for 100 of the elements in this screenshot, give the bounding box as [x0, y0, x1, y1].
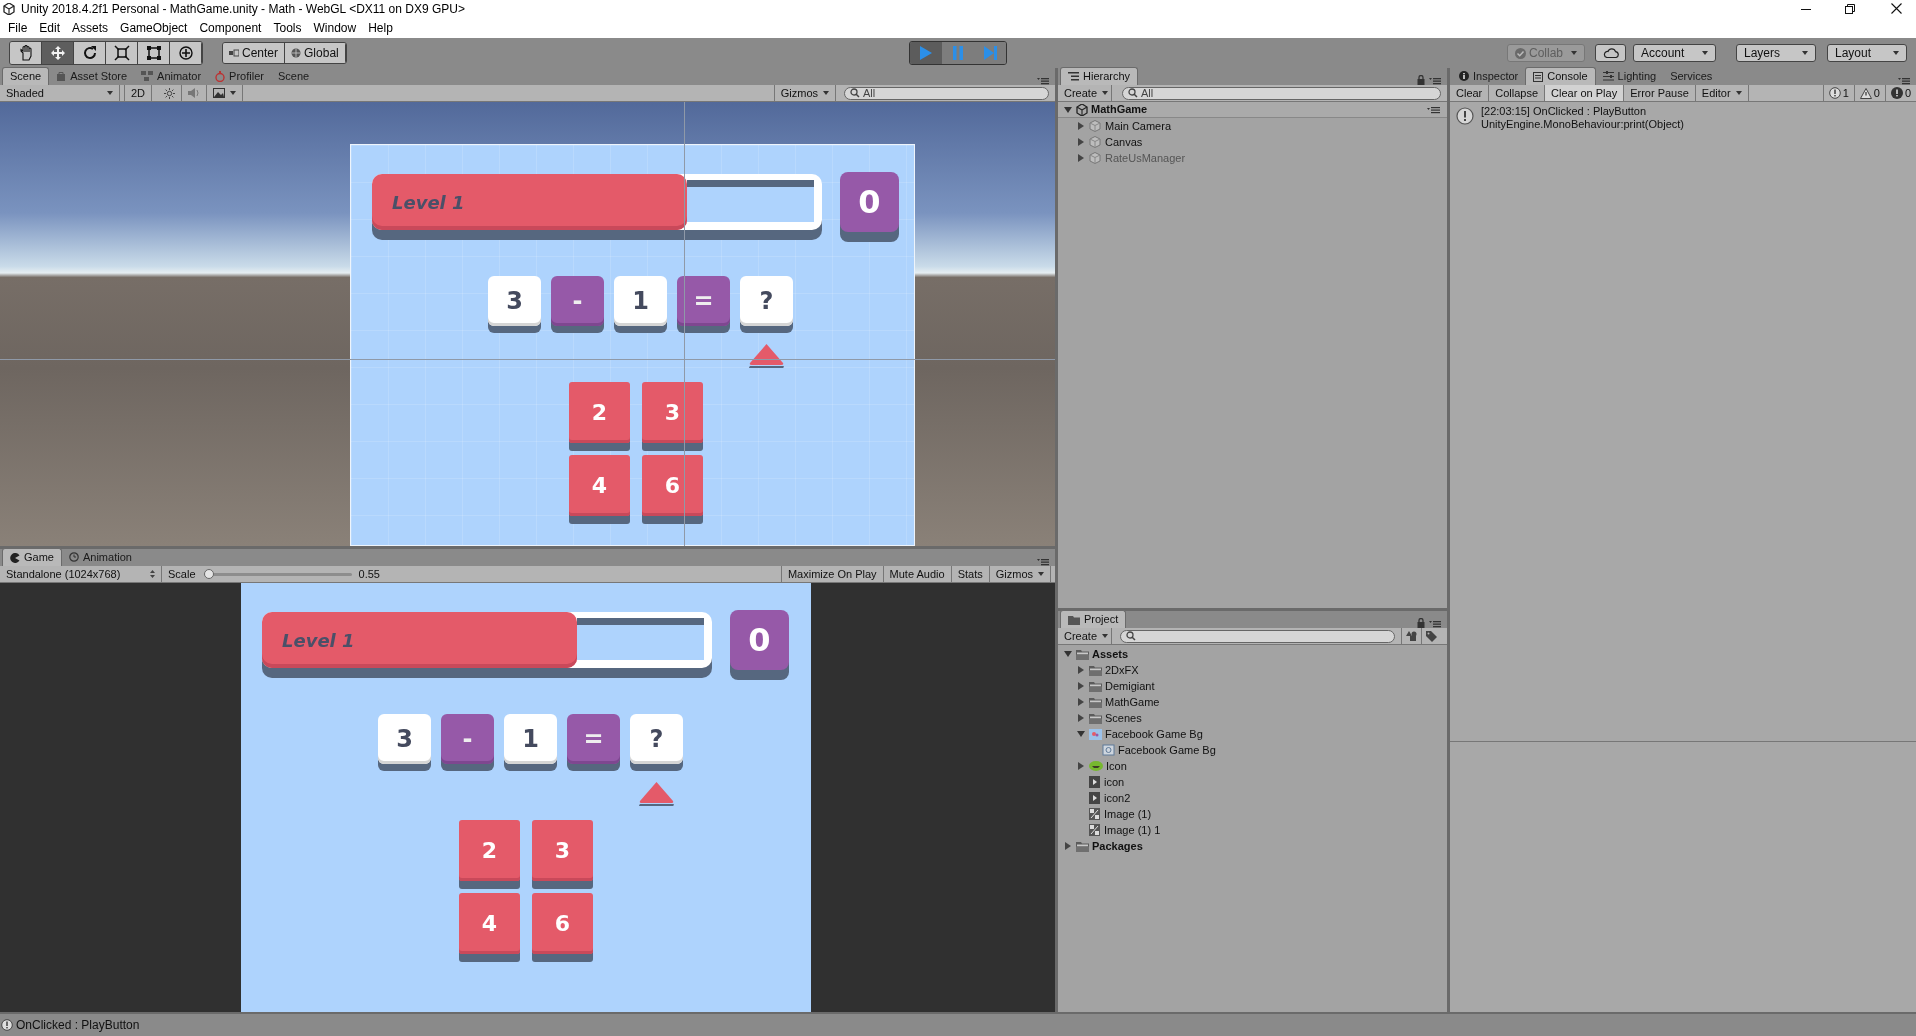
- editor-dropdown[interactable]: Editor: [1695, 85, 1749, 101]
- collapsed-arrow-icon[interactable]: [1077, 666, 1085, 674]
- close-icon[interactable]: [1891, 3, 1902, 14]
- tree-item[interactable]: Assets: [1092, 645, 1129, 663]
- toolbar-toggle-button[interactable]: Mute Audio: [883, 566, 952, 582]
- lock-icon[interactable]: [1417, 618, 1425, 628]
- toggle-button[interactable]: Error Pause: [1624, 85, 1696, 101]
- tool-button[interactable]: [138, 42, 170, 64]
- tab[interactable]: Game: [2, 548, 62, 566]
- menu-item[interactable]: File: [3, 18, 33, 37]
- cloud-icon: [1602, 48, 1619, 58]
- panel-menu-icon[interactable]: [1429, 77, 1441, 85]
- search-field[interactable]: [1120, 629, 1395, 643]
- collapsed-arrow-icon[interactable]: [1077, 122, 1085, 130]
- collapsed-arrow-icon[interactable]: [1077, 714, 1085, 722]
- tab[interactable]: Profiler: [208, 67, 271, 85]
- tool-button[interactable]: [42, 42, 74, 64]
- tree-item[interactable]: Scenes: [1105, 709, 1142, 727]
- tab[interactable]: Animation: [61, 548, 139, 566]
- tab[interactable]: Console: [1525, 67, 1596, 85]
- search-icon: [850, 88, 860, 98]
- lock-icon[interactable]: [1417, 75, 1425, 85]
- toolbar-toggle-button[interactable]: Stats: [951, 566, 990, 582]
- tree-item[interactable]: Image (1) 1: [1104, 821, 1161, 839]
- tree-item[interactable]: icon2: [1104, 789, 1131, 807]
- expand-arrow-icon[interactable]: [1064, 105, 1072, 114]
- menu-item[interactable]: GameObject: [115, 18, 193, 37]
- tree-item[interactable]: Icon: [1106, 757, 1127, 775]
- search-field[interactable]: All: [844, 86, 1049, 100]
- updown-caret-icon: [150, 570, 155, 578]
- tree-item[interactable]: Demigiant: [1105, 677, 1155, 695]
- pivot-button[interactable]: Center: [223, 43, 286, 63]
- tree-item[interactable]: Packages: [1092, 837, 1143, 855]
- tab[interactable]: Services: [1663, 67, 1720, 85]
- scale-slider[interactable]: [203, 572, 352, 576]
- tree-item[interactable]: Facebook Game Bg: [1105, 725, 1203, 743]
- tool-button[interactable]: [106, 42, 138, 64]
- count-toggle-button[interactable]: 1: [1822, 85, 1854, 101]
- unity-logo-icon: [3, 2, 15, 15]
- tree-item[interactable]: Facebook Game Bg: [1118, 741, 1216, 759]
- tree-item[interactable]: MathGame: [1105, 693, 1160, 711]
- tab[interactable]: Scene: [2, 67, 50, 85]
- menu-item[interactable]: Tools: [268, 18, 307, 37]
- tool-button[interactable]: [170, 42, 202, 64]
- tree-item[interactable]: icon: [1104, 773, 1125, 791]
- pivot-button[interactable]: Global: [285, 43, 346, 63]
- cloud-button[interactable]: [1595, 44, 1626, 62]
- tab[interactable]: Lighting: [1595, 67, 1664, 85]
- speaker-icon: [188, 88, 201, 98]
- folder-icon: [1089, 712, 1102, 724]
- count-toggle-button[interactable]: 0: [1884, 85, 1916, 101]
- collapsed-arrow-icon[interactable]: [1077, 762, 1085, 770]
- folder-icon: [1089, 664, 1102, 676]
- tree-item[interactable]: 2DxFX: [1105, 661, 1139, 679]
- layout-dropdown[interactable]: Layout: [1827, 44, 1907, 62]
- count-toggle-button[interactable]: 0: [1853, 85, 1885, 101]
- collapsed-arrow-icon[interactable]: [1064, 842, 1072, 850]
- tree-item[interactable]: Image (1): [1104, 805, 1152, 823]
- expand-arrow-icon[interactable]: [1077, 730, 1085, 738]
- gizmos-dropdown[interactable]: Gizmos: [989, 566, 1051, 582]
- create-dropdown[interactable]: Create: [1058, 628, 1112, 644]
- menu-item[interactable]: Assets: [67, 18, 114, 37]
- tab[interactable]: Inspector: [1452, 67, 1526, 85]
- tab[interactable]: Asset Store: [49, 67, 135, 85]
- tab[interactable]: Project: [1060, 610, 1127, 628]
- panel-menu-icon[interactable]: [1037, 77, 1049, 85]
- scene-menu-icon[interactable]: [1427, 105, 1441, 114]
- create-dropdown[interactable]: Create: [1058, 85, 1112, 101]
- tab[interactable]: Scene: [270, 67, 317, 85]
- clear-button[interactable]: Clear: [1450, 85, 1490, 101]
- shading-dropdown[interactable]: Shaded: [0, 85, 120, 101]
- collapsed-arrow-icon[interactable]: [1077, 138, 1085, 146]
- 2d-toggle-button[interactable]: 2D: [124, 85, 153, 101]
- slider-thumb[interactable]: [203, 568, 214, 579]
- panel-menu-icon[interactable]: [1898, 77, 1910, 85]
- menu-item[interactable]: Window: [308, 18, 362, 37]
- expand-arrow-icon[interactable]: [1064, 650, 1072, 658]
- menu-item[interactable]: Component: [194, 18, 267, 37]
- tool-button[interactable]: [10, 42, 42, 64]
- panel-menu-icon[interactable]: [1037, 558, 1049, 566]
- panel-menu-icon[interactable]: [1429, 620, 1441, 628]
- tab[interactable]: Hierarchy: [1060, 67, 1139, 85]
- collapsed-arrow-icon[interactable]: [1077, 682, 1085, 690]
- collapsed-arrow-icon[interactable]: [1077, 698, 1085, 706]
- gizmos-dropdown[interactable]: Gizmos: [773, 85, 836, 101]
- toolbar-toggle-button[interactable]: Maximize On Play: [780, 566, 884, 582]
- account-dropdown[interactable]: Account: [1633, 44, 1716, 62]
- tool-button[interactable]: [74, 42, 106, 64]
- tree-item[interactable]: MathGame: [1091, 101, 1148, 118]
- tree-item[interactable]: Main Camera: [1105, 117, 1172, 135]
- check-circle-icon: [1514, 47, 1526, 59]
- tab[interactable]: Animator: [134, 67, 209, 85]
- maximize-icon[interactable]: [1845, 3, 1855, 14]
- tree-item[interactable]: Canvas: [1105, 133, 1143, 151]
- menu-item[interactable]: Help: [363, 18, 398, 37]
- layers-dropdown[interactable]: Layers: [1736, 44, 1816, 62]
- toggle-button[interactable]: Clear on Play: [1545, 85, 1625, 101]
- search-field[interactable]: All: [1122, 86, 1441, 100]
- display-dropdown[interactable]: Standalone (1024x768): [0, 566, 162, 582]
- menu-item[interactable]: Edit: [34, 18, 66, 37]
